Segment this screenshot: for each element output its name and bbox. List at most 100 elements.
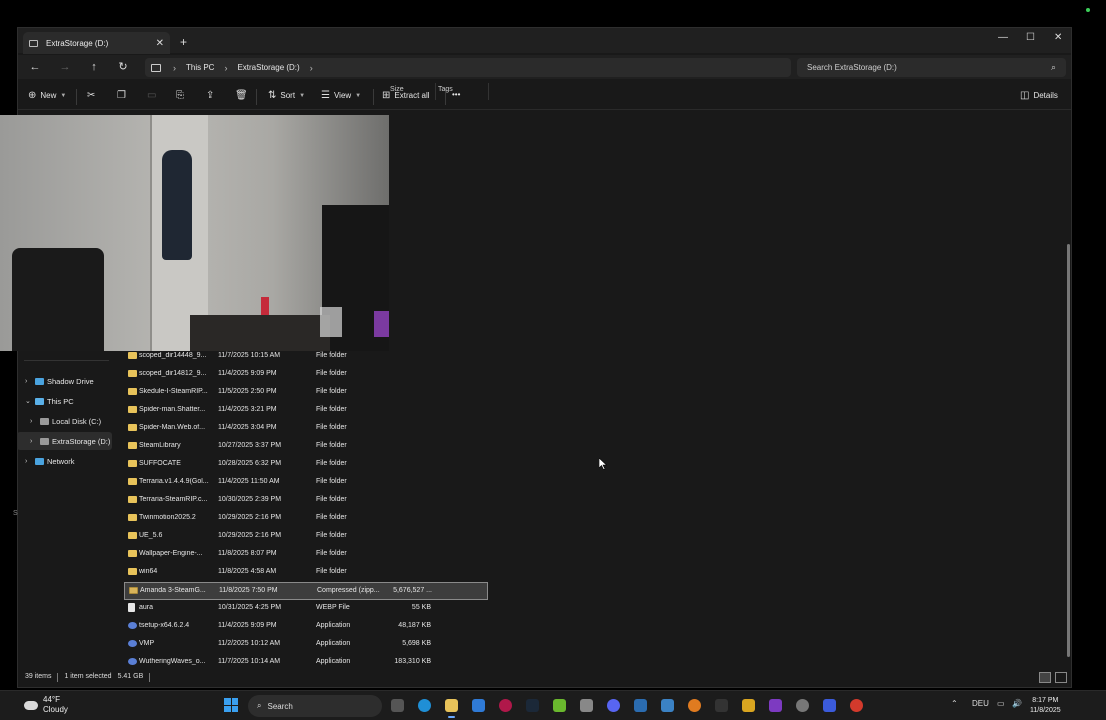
start-button[interactable] [224,698,238,712]
photos-icon[interactable] [634,699,647,712]
chevron-right-icon[interactable]: › [30,418,40,425]
computer-icon [151,63,161,72]
file-type: Compressed (zipp... [317,587,380,594]
cut-button[interactable]: ✂ [87,90,95,101]
app-icon[interactable] [850,699,863,712]
file-row[interactable]: UE_5.6 10/29/2025 2:16 PM File folder [124,528,488,546]
display-icon[interactable]: ▭ [997,699,1005,708]
file-row[interactable]: tsetup-x64.6.2.4 11/4/2025 9:09 PM Applica… [124,618,488,636]
file-row[interactable]: VMP 11/2/2025 10:12 AM Application 5,698 KB [124,636,488,654]
file-explorer-icon[interactable] [445,699,458,718]
view-button[interactable]: ☰ View ▼ [321,90,361,101]
title-bar: ExtraStorage (D:) ✕ + — ☐ ✕ [18,28,1071,54]
chevron-right-icon[interactable]: › [310,63,313,73]
details-label: Details [1033,91,1058,100]
chevron-down-icon[interactable]: ⌄ [25,397,35,405]
breadcrumb-extrastorage[interactable]: ExtraStorage (D:) [237,63,299,72]
forward-button[interactable]: → [55,58,75,76]
opera-icon[interactable] [499,699,512,712]
details-view-toggle[interactable] [1039,672,1051,683]
minimize-button[interactable]: — [998,32,1008,43]
sidebar-item-shadow-drive[interactable]: › Shadow Drive [25,372,120,390]
sidebar-item-local-disk[interactable]: › Local Disk (C:) [30,412,125,430]
new-button[interactable]: ⊕ New ▼ [28,90,66,101]
mail-icon[interactable] [472,699,485,712]
clock[interactable]: 8:17 PM 11/8/2025 [1030,696,1061,716]
volume-icon[interactable]: 🔊 [1012,699,1022,708]
windows-logo-icon [224,705,231,712]
file-row[interactable]: scoped_dir14812_9... 11/4/2025 9:09 PM Fil… [124,366,488,384]
new-tab-button[interactable]: + [180,35,187,49]
steam-icon[interactable] [526,699,539,712]
file-row[interactable]: Wallpaper-Engine-... 11/8/2025 8:07 PM Fil… [124,546,488,564]
search-box[interactable]: ⌕ [797,58,1066,77]
file-row[interactable]: win64 11/8/2025 4:58 AM File folder [124,564,488,582]
navpane-divider [24,360,109,361]
file-row[interactable]: SteamLibrary 10/27/2025 3:37 PM File folde… [124,438,488,456]
file-row[interactable]: Skedule-I-SteamRIP... 11/5/2025 2:50 PM Fi… [124,384,488,402]
paste-button[interactable]: ▭ [147,90,156,101]
up-button[interactable]: ↑ [84,58,104,76]
copy-button[interactable]: ❐ [117,90,126,101]
rename-button[interactable]: ⎘ [176,90,184,101]
discord-icon[interactable] [607,699,620,712]
details-pane-icon: ◫ [1020,90,1030,101]
chevron-right-icon[interactable]: › [25,458,35,465]
visual-studio-icon[interactable] [769,699,782,712]
app-icon[interactable] [580,699,593,712]
file-row[interactable]: scoped_dir14448_9... 11/7/2025 10:15 AM Fi… [124,348,488,366]
back-button[interactable]: ← [25,58,45,76]
column-tags[interactable]: Tags [436,83,489,100]
file-row[interactable]: Twinmotion2025.2 10/29/2025 2:16 PM File f… [124,510,488,528]
epic-games-icon[interactable] [715,699,728,712]
tab-close-button[interactable]: ✕ [156,38,164,49]
file-name: win64 [139,568,158,575]
taskbar-search[interactable]: ⌕ Search [248,695,382,717]
file-row[interactable]: aura 10/31/2025 4:25 PM WEBP File 55 KB [124,600,488,618]
chevron-up-icon[interactable]: ⌃ [951,699,958,708]
details-pane-button[interactable]: ◫ Details [1020,90,1058,101]
task-view-icon[interactable] [391,699,404,712]
tab-extrastorage[interactable]: ExtraStorage (D:) ✕ [23,32,170,54]
close-button[interactable]: ✕ [1054,32,1062,43]
weather-widget[interactable]: 44°F Cloudy [24,695,68,715]
sidebar-item-this-pc[interactable]: ⌄ This PC [25,392,120,410]
settings-icon[interactable] [796,699,809,712]
address-bar[interactable]: › This PC › ExtraStorage (D:) › [145,58,791,77]
maximize-button[interactable]: ☐ [1026,32,1035,43]
file-row[interactable]: SUFFOCATE 10/28/2025 6:32 PM File folder [124,456,488,474]
search-input[interactable] [807,63,1051,72]
folder-icon [128,388,137,395]
rename-icon: ⎘ [176,90,184,101]
nvidia-icon[interactable] [553,699,566,712]
app-icon[interactable] [823,699,836,712]
file-type: File folder [316,388,347,395]
share-button[interactable]: ⇪ [206,90,214,101]
file-row[interactable]: Terraria.v1.4.4.9(Gol... 11/4/2025 11:50 … [124,474,488,492]
sidebar-item-extrastorage[interactable]: › ExtraStorage (D:) [17,432,112,450]
file-row[interactable]: Terraria-SteamRIP.c... 10/30/2025 2:39 PM… [124,492,488,510]
chevron-right-icon: › [173,62,176,73]
vertical-scrollbar[interactable] [1067,244,1070,657]
sort-button[interactable]: ⇅ Sort ▼ [268,90,305,101]
sidebar-item-network[interactable]: › Network [25,452,120,470]
rockstar-icon[interactable] [742,699,755,712]
chevron-right-icon[interactable]: › [25,378,35,385]
column-size[interactable]: Size [373,83,436,100]
store-icon[interactable] [661,699,674,712]
file-row[interactable]: Amanda 3-SteamG... 11/8/2025 7:50 PM Compr… [124,582,488,600]
blender-icon[interactable] [688,699,701,712]
delete-button[interactable]: 🗑 [235,90,248,101]
breadcrumb-this-pc[interactable]: This PC [186,63,214,72]
file-row[interactable]: Spider-man.Shatter... 11/4/2025 3:21 PM Fi… [124,402,488,420]
sidebar-item-label: Network [47,456,75,466]
edge-browser-icon[interactable] [418,699,431,712]
file-row[interactable]: WutheringWaves_o... 11/7/2025 10:14 AM App… [124,654,488,672]
language-indicator[interactable]: DEU [972,699,989,708]
file-row[interactable]: Spider-Man.Web.of... 11/4/2025 3:04 PM Fil… [124,420,488,438]
refresh-button[interactable]: ↻ [113,58,133,76]
date: 11/8/2025 [1030,707,1061,714]
tiles-view-toggle[interactable] [1055,672,1067,683]
chevron-right-icon[interactable]: › [30,438,40,445]
file-type: File folder [316,406,347,413]
